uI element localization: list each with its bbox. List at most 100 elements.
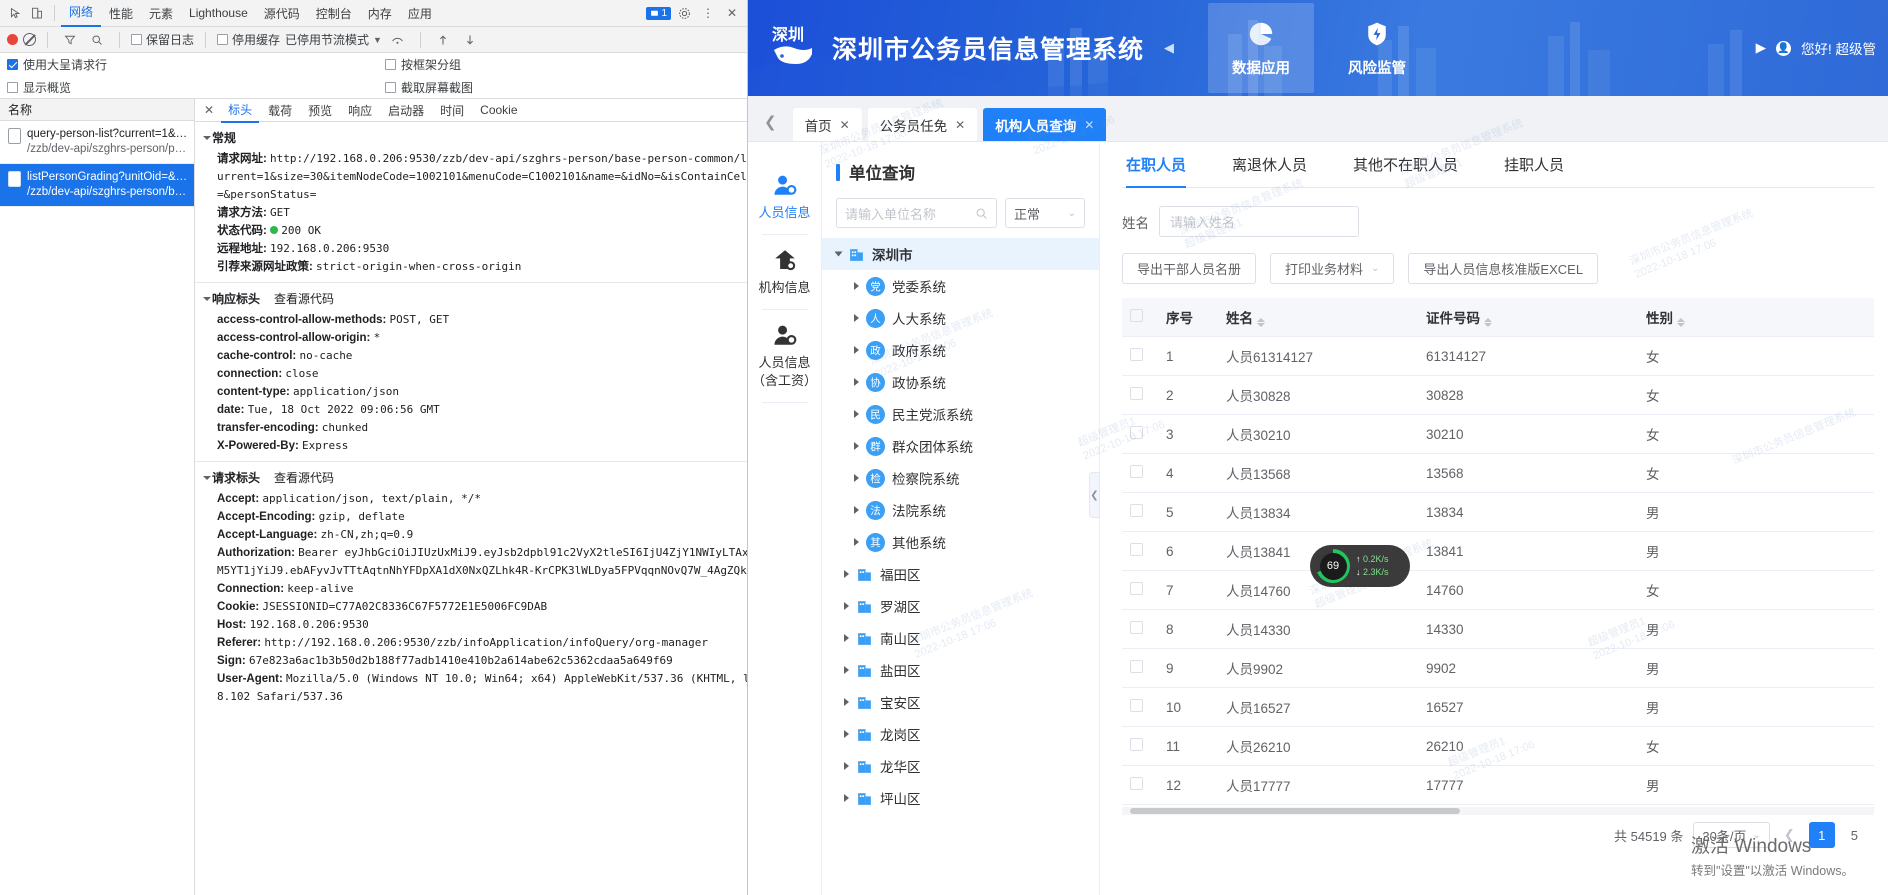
tree-node-district[interactable]: 罗湖区 — [836, 590, 1085, 622]
table-horizontal-scrollbar[interactable] — [1122, 807, 1874, 815]
tree-node-root[interactable]: 深圳市 — [822, 238, 1099, 270]
cell-name[interactable]: 人员9902 — [1218, 648, 1418, 688]
devtools-tab-console[interactable]: 控制台 — [308, 1, 360, 26]
tree-node-district[interactable]: 福田区 — [836, 558, 1085, 590]
row-checkbox-cell[interactable] — [1122, 609, 1158, 649]
cell-name[interactable]: 人员13834 — [1218, 492, 1418, 532]
export-har-icon[interactable] — [459, 29, 481, 51]
row-checkbox[interactable] — [1130, 348, 1143, 361]
unit-name-input[interactable]: 请输入单位名称 — [836, 198, 997, 228]
row-checkbox-cell[interactable] — [1122, 531, 1158, 571]
group-by-frame-option[interactable]: 按框架分组 — [385, 56, 461, 73]
table-row[interactable]: 9 人员9902 9902 男 — [1122, 648, 1874, 688]
cell-name[interactable]: 人员61314127 — [1218, 336, 1418, 376]
row-checkbox[interactable] — [1130, 543, 1143, 556]
table-row[interactable]: 4 人员13568 13568 女 — [1122, 453, 1874, 493]
devtools-tab-elements[interactable]: 元素 — [141, 1, 181, 26]
row-checkbox-cell[interactable] — [1122, 336, 1158, 376]
tree-caret-icon[interactable] — [854, 378, 859, 386]
table-row[interactable]: 10 人员16527 16527 男 — [1122, 687, 1874, 727]
person-tab-temporary[interactable]: 挂职人员 — [1504, 142, 1564, 188]
response-headers-title-row[interactable]: 响应标头 查看源代码 — [195, 287, 747, 311]
rail-item-person-info-salary[interactable]: 人员信息（含工资） — [748, 310, 821, 402]
devtools-tab-lighthouse[interactable]: Lighthouse — [181, 2, 256, 24]
row-checkbox[interactable] — [1130, 699, 1143, 712]
big-rows-option[interactable]: 使用大呈请求行 — [7, 56, 385, 73]
settings-gear-icon[interactable] — [673, 2, 695, 24]
row-checkbox[interactable] — [1130, 426, 1143, 439]
throttling-select[interactable]: 已停用节流模式 ▼ — [285, 31, 382, 48]
row-checkbox[interactable] — [1130, 738, 1143, 751]
tree-caret-icon[interactable] — [844, 730, 849, 738]
tree-caret-icon[interactable] — [844, 794, 849, 802]
tree-caret-icon[interactable] — [854, 442, 859, 450]
tree-node-system[interactable]: 协政协系统 — [836, 366, 1085, 398]
tree-node-system[interactable]: 其其他系统 — [836, 526, 1085, 558]
rail-item-org-info[interactable]: 机构信息 — [748, 235, 821, 309]
cell-name[interactable]: 人员30210 — [1218, 414, 1418, 454]
export-cadre-roster-button[interactable]: 导出干部人员名册 — [1122, 253, 1257, 284]
detail-tab-cookies[interactable]: Cookie — [473, 100, 524, 120]
table-row[interactable]: 2 人员30828 30828 女 — [1122, 375, 1874, 415]
tree-caret-icon[interactable] — [844, 762, 849, 770]
row-checkbox[interactable] — [1130, 660, 1143, 673]
issues-badge[interactable]: 1 — [646, 6, 671, 20]
person-tab-retired[interactable]: 离退休人员 — [1232, 142, 1307, 188]
table-row[interactable]: 3 人员30210 30210 女 — [1122, 414, 1874, 454]
capture-screenshots-option[interactable]: 截取屏幕截图 — [385, 79, 473, 96]
nav-item-data-application[interactable]: 数据应用 — [1208, 3, 1315, 93]
row-checkbox-cell[interactable] — [1122, 726, 1158, 766]
tree-node-system[interactable]: 党党委系统 — [836, 270, 1085, 302]
table-row[interactable]: 12 人员17777 17777 男 — [1122, 765, 1874, 805]
devtools-tab-performance[interactable]: 性能 — [101, 1, 141, 26]
select-all-header[interactable] — [1122, 298, 1158, 337]
cell-name[interactable]: 人员26210 — [1218, 726, 1418, 766]
row-checkbox-cell[interactable] — [1122, 453, 1158, 493]
tree-node-system[interactable]: 检检察院系统 — [836, 462, 1085, 494]
rail-item-person-info[interactable]: 人员信息 — [748, 160, 821, 234]
tree-caret-icon[interactable] — [854, 314, 859, 322]
devtools-tab-application[interactable]: 应用 — [400, 1, 440, 26]
import-har-icon[interactable] — [432, 29, 454, 51]
scrollbar-thumb[interactable] — [1130, 808, 1460, 814]
devtools-tab-memory[interactable]: 内存 — [360, 1, 400, 26]
sort-icon[interactable] — [1484, 318, 1492, 327]
cell-name[interactable]: 人员13568 — [1218, 453, 1418, 493]
export-verified-excel-button[interactable]: 导出人员信息核准版EXCEL — [1408, 253, 1599, 284]
tab-close-icon[interactable]: ✕ — [840, 118, 850, 132]
row-checkbox-cell[interactable] — [1122, 765, 1158, 805]
tree-node-district[interactable]: 龙岗区 — [836, 718, 1085, 750]
page-tab-org-person-query[interactable]: 机构人员查询 ✕ — [983, 108, 1107, 141]
cell-name[interactable]: 人员14330 — [1218, 609, 1418, 649]
detail-tab-response[interactable]: 响应 — [341, 99, 379, 122]
tab-close-icon[interactable]: ✕ — [955, 118, 965, 132]
tree-caret-icon[interactable] — [854, 346, 859, 354]
tree-node-system[interactable]: 人人大系统 — [836, 302, 1085, 334]
record-button[interactable] — [7, 34, 18, 45]
column-header-gender[interactable]: 性别 — [1638, 298, 1874, 337]
close-devtools-icon[interactable]: ✕ — [721, 2, 743, 24]
nav-item-risk-supervision[interactable]: 风险监管 — [1324, 3, 1430, 93]
request-row[interactable]: listPersonGrading?unitOid=&current=... /… — [0, 164, 194, 207]
table-row[interactable]: 6 人员13841 13841 男 — [1122, 531, 1874, 571]
row-checkbox-cell[interactable] — [1122, 375, 1158, 415]
detail-tab-initiator[interactable]: 启动器 — [381, 99, 431, 122]
tree-node-district[interactable]: 坪山区 — [836, 782, 1085, 814]
cell-name[interactable]: 人员16527 — [1218, 687, 1418, 727]
tree-caret-icon[interactable] — [844, 602, 849, 610]
tree-node-system[interactable]: 政政府系统 — [836, 334, 1085, 366]
preserve-log-checkbox[interactable]: 保留日志 — [131, 31, 194, 48]
cell-name[interactable]: 人员30828 — [1218, 375, 1418, 415]
table-row[interactable]: 8 人员14330 14330 男 — [1122, 609, 1874, 649]
detail-tab-preview[interactable]: 预览 — [301, 99, 339, 122]
page-tab-appointment[interactable]: 公务员任免 ✕ — [867, 108, 978, 141]
unit-status-select[interactable]: 正常 ⌄ — [1005, 198, 1085, 228]
row-checkbox-cell[interactable] — [1122, 648, 1158, 688]
person-tab-active-staff[interactable]: 在职人员 — [1126, 142, 1186, 188]
tree-caret-icon[interactable] — [844, 666, 849, 674]
sort-icon[interactable] — [1257, 318, 1265, 327]
tree-caret-icon[interactable] — [854, 538, 859, 546]
header-collapse-left-icon[interactable]: ◀ — [1164, 40, 1174, 56]
tree-caret-icon[interactable] — [844, 634, 849, 642]
network-conditions-icon[interactable] — [387, 29, 409, 51]
